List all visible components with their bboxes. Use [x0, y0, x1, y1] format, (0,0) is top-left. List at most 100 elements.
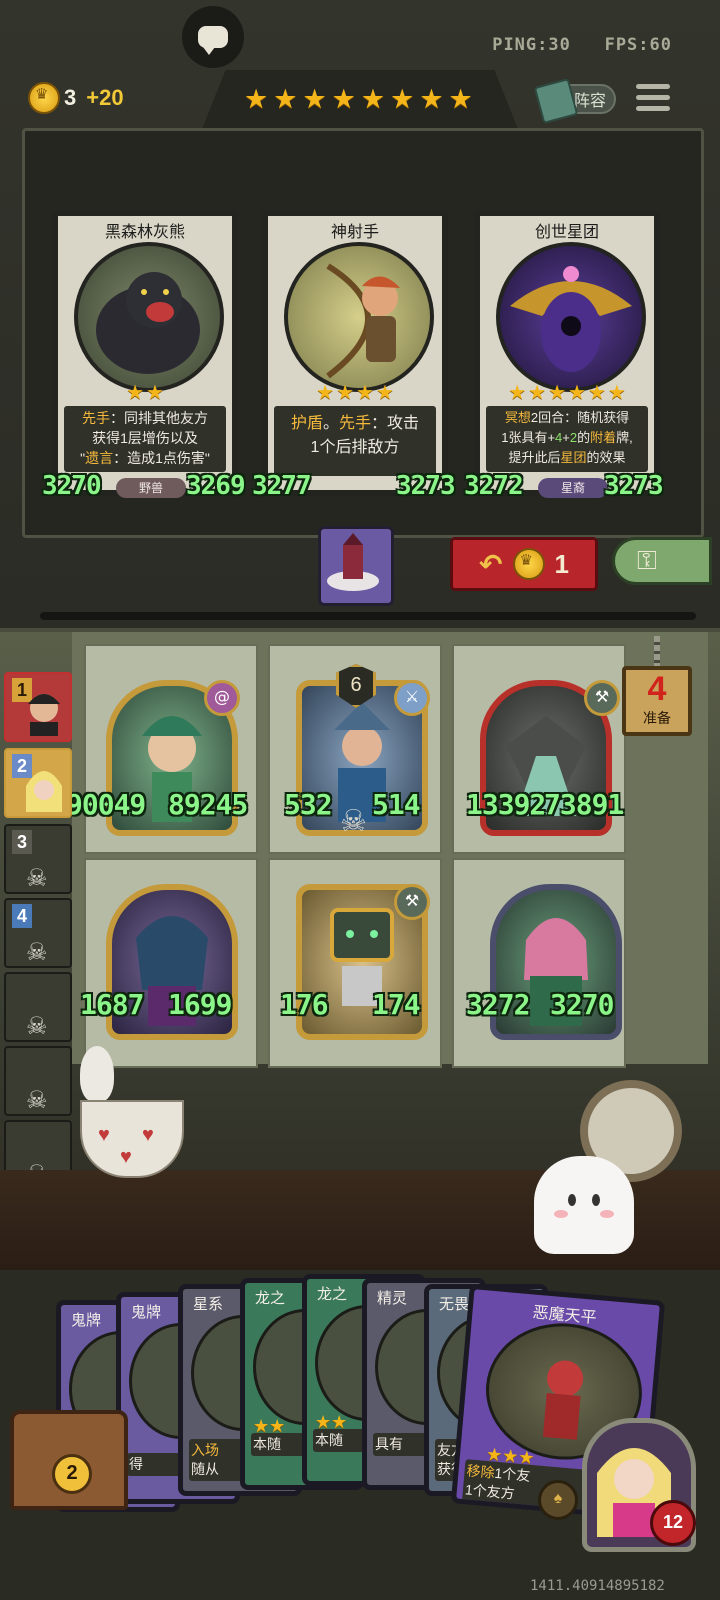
board-minion-3-attack: 13392 [466, 788, 546, 821]
board-minion-6-attack: 3272 [466, 988, 530, 1021]
spell-card[interactable] [318, 526, 394, 606]
player-slot-3[interactable]: 3 ☠ [4, 824, 72, 894]
board-minion-2-health: 514 [372, 788, 421, 821]
player-slot-6[interactable]: ☠ [4, 1046, 72, 1116]
hero-power-icon[interactable]: ♠ [538, 1480, 578, 1520]
board-minion-3-health: 73891 [544, 788, 624, 821]
ghost-mascot[interactable] [534, 1156, 634, 1254]
board-minion-4-attack: 1687 [80, 988, 144, 1021]
hand-card-name: 龙之 [317, 1286, 348, 1303]
card-name: 神射手 [330, 224, 379, 241]
star-icon: ★ [419, 84, 444, 115]
board-minion-2-attack: 532 [284, 788, 333, 821]
eliminated-skull-icon: ☠ [26, 864, 48, 892]
wrench-icon: ⚒ [584, 680, 620, 716]
attack-value: 3272 [464, 471, 524, 501]
board-minion-4-health: 1699 [168, 988, 232, 1021]
health-value: 3273 [604, 471, 664, 501]
chat-icon [198, 26, 228, 55]
star-icon: ★ [273, 84, 298, 115]
star-icon: ★ [331, 84, 356, 115]
shop-card-1[interactable]: 黑森林灰熊 ★ ★ 先手：同排其他友方 获得1层增伤以及 "遗言：造成1点伤害" … [42, 210, 246, 501]
star-icon: ★ [302, 84, 327, 115]
treasure-chest[interactable]: 2 [10, 1410, 128, 1510]
session-id: 1411.40914895182 [530, 1578, 665, 1594]
grizzly-bear-portrait [74, 242, 224, 392]
gold-amount: 3 [64, 85, 77, 110]
eliminated-skull-icon: ☠ [26, 1086, 48, 1114]
lineup-label: 阵容 [573, 93, 606, 110]
gold-coin-icon [512, 548, 545, 580]
board-minion-5-health: 174 [372, 988, 421, 1021]
card-description: 先手：同排其他友方 获得1层增伤以及 "遗言：造成1点伤害" [64, 406, 226, 472]
hand-card-name: 精灵 [377, 1290, 408, 1307]
card-stars: ★ ★ ★ ★ ★ ★ [508, 380, 626, 404]
tribe-badge: 星裔 [538, 478, 608, 498]
card-stars: ★ ★ [126, 380, 164, 404]
gold-income: +20 [86, 85, 124, 110]
fps-readout: FPS:60 [604, 35, 672, 55]
gold-coin-icon [28, 82, 60, 114]
refresh-button[interactable]: ↶ 1 [450, 537, 598, 591]
ready-label: 准备 [643, 710, 671, 726]
chat-button[interactable] [182, 6, 244, 68]
lineup-button[interactable]: 阵容 [533, 77, 616, 125]
health-value: 3269 [186, 471, 246, 501]
star-icon: ★ [390, 84, 415, 115]
hand-card-name: 星系 [193, 1296, 224, 1313]
ready-count: 4 [647, 670, 667, 708]
board-minion-1-health: 89245 [168, 788, 248, 821]
refresh-cost: 1 [554, 548, 569, 579]
sword-icon: ⚔ [394, 680, 430, 716]
tribe-badge: 野兽 [116, 478, 186, 498]
shop-card-3[interactable]: 创世星团 ★ ★ ★ ★ ★ ★ 冥想2回合：随机获得 1张具有+4+2的附着牌, 提升此… [464, 210, 664, 501]
turn-timer-bar [40, 612, 696, 620]
card-name: 创世星团 [534, 224, 599, 241]
genesis-cluster-portrait [496, 242, 646, 392]
network-stats: PING:30 FPS:60 [492, 35, 672, 55]
refresh-icon: ↶ [479, 547, 503, 581]
bunny-decoration [80, 1046, 114, 1102]
menu-icon [636, 84, 670, 89]
tavern-star-level: ★ ★ ★ ★ ★ ★ ★ ★ [244, 86, 473, 113]
hero-health: 12 [650, 1500, 696, 1546]
board-minion-6-health: 3270 [550, 988, 614, 1021]
freeze-button[interactable]: ⚿ [612, 537, 712, 585]
effect-swirl-icon: @ [204, 680, 240, 716]
card-stars: ★ ★ ★ ★ [316, 380, 394, 404]
shop-card-2[interactable]: 神射手 ★ ★ ★ ★ 护盾。先手：攻击 1个后排敌方 3277 3273 [252, 210, 456, 501]
player-slot-4[interactable]: 4 ☠ [4, 898, 72, 968]
player-rank: 4 [12, 904, 32, 928]
star-icon: ★ [360, 84, 386, 115]
marksman-portrait [284, 242, 434, 392]
wrench-icon: ⚒ [394, 884, 430, 920]
card-name: 黑森林灰熊 [104, 224, 185, 241]
board-minion-1-attack: 90049 [66, 788, 146, 821]
player-rank: 3 [12, 830, 32, 854]
sign-chain [654, 636, 660, 670]
card-description: 护盾。先手：攻击 1个后排敌方 [274, 406, 436, 476]
attack-value: 3270 [42, 471, 102, 501]
menu-button[interactable] [636, 84, 670, 114]
star-icon: ★ [244, 84, 269, 115]
ping-readout: PING:30 [492, 35, 571, 55]
chest-count: 2 [52, 1454, 92, 1494]
hand-card-name: 无畏 [439, 1296, 470, 1313]
star-icon: ★ [448, 84, 473, 115]
ready-sign[interactable]: 4 准备 [622, 666, 692, 736]
eliminated-skull-icon: ☠ [26, 1012, 48, 1040]
player-slot-2[interactable]: 2 [4, 748, 72, 818]
board-minion-5-attack: 176 [280, 988, 329, 1021]
hand-card-name: 龙之 [255, 1290, 286, 1307]
gold-display: 3 +20 [28, 82, 124, 114]
hand-card-name: 鬼牌 [71, 1312, 102, 1329]
skull-icon: ☠ [340, 804, 367, 839]
player-slot-1[interactable]: 1 [4, 672, 72, 742]
player-slot-5[interactable]: ☠ [4, 972, 72, 1042]
hand-card-name: 鬼牌 [131, 1304, 162, 1321]
eliminated-skull-icon: ☠ [26, 938, 48, 966]
teacup-decoration: ♥ ♥ ♥ [80, 1100, 184, 1178]
attack-value: 3277 [252, 471, 312, 501]
health-value: 3273 [396, 471, 456, 501]
unlock-icon: ⚿ [637, 545, 657, 575]
